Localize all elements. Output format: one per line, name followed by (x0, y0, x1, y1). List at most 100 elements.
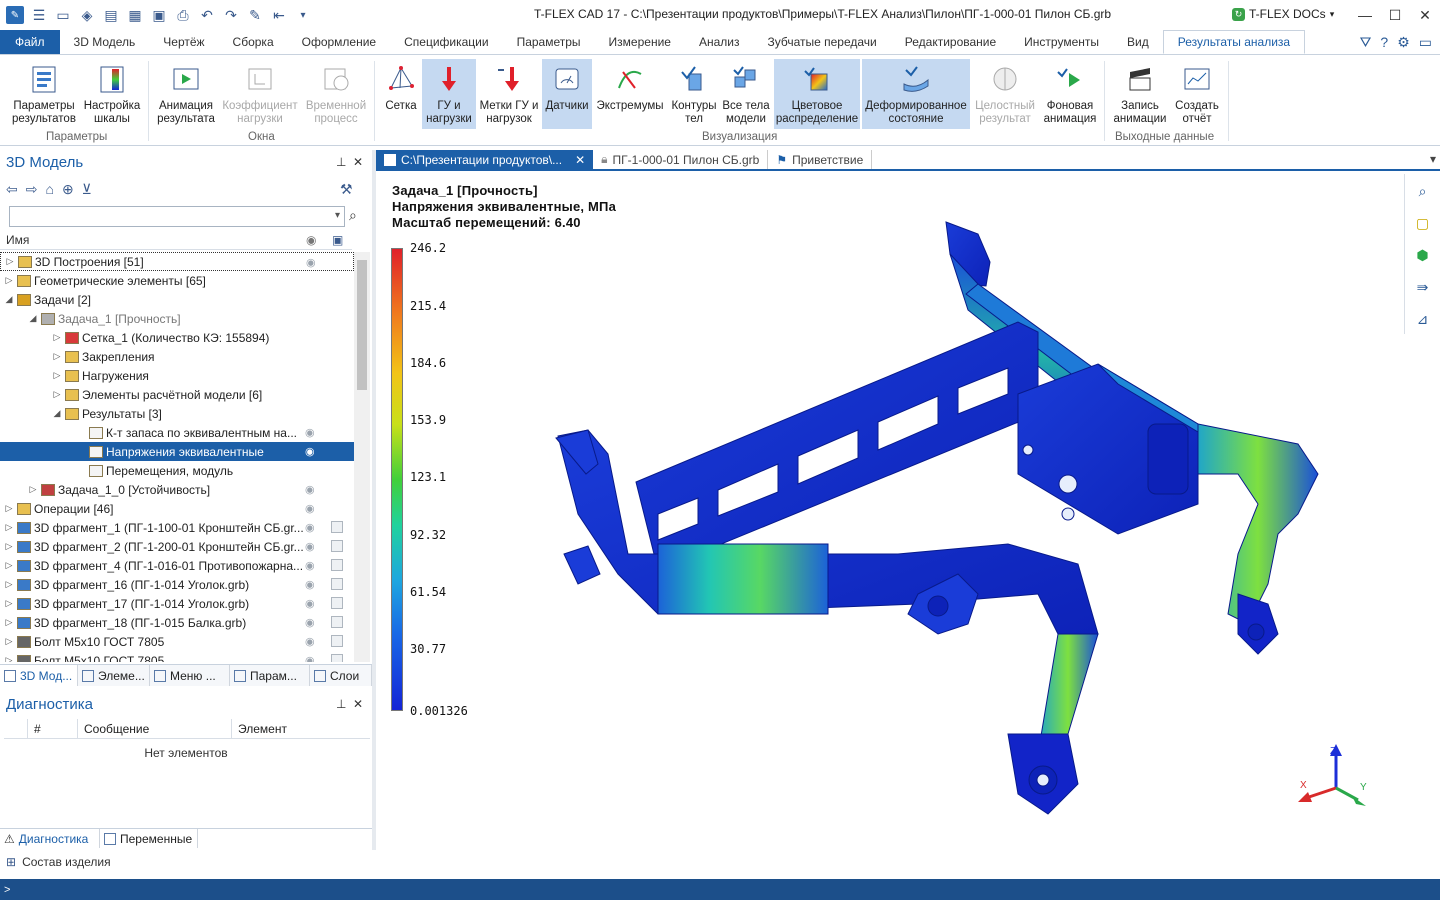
tab-tools[interactable]: Инструменты (1010, 30, 1113, 54)
tree-row[interactable]: ◢ Задачи [2] (0, 290, 354, 309)
tree-row[interactable]: ▷ 3D фрагмент_16 (ПГ-1-014 Уголок.grb) ◉ (0, 575, 354, 594)
expand-toggle-icon[interactable]: ▷ (52, 351, 62, 362)
expand-toggle-icon[interactable]: ▷ (52, 370, 62, 381)
window-icon[interactable]: ▤ (102, 6, 120, 24)
tree-row[interactable]: Перемещения, модуль (0, 461, 354, 480)
tree-row[interactable]: ▷ Задача_1_0 [Устойчивость] ◉ (0, 480, 354, 499)
table-icon[interactable]: ▦ (126, 6, 144, 24)
visibility-eye-icon[interactable]: ◉ (305, 445, 315, 458)
shaded-view-icon[interactable]: ⬢ (1412, 244, 1434, 266)
visibility-column-icon[interactable]: ◉ (306, 233, 316, 247)
tree-row[interactable]: ◢ Результаты [3] (0, 404, 354, 423)
expand-toggle-icon[interactable]: ▷ (4, 617, 14, 628)
visibility-eye-icon[interactable]: ◉ (305, 654, 315, 662)
scale-settings-button[interactable]: Настройка шкалы (80, 59, 144, 129)
tab-view[interactable]: Вид (1113, 30, 1163, 54)
minimize-button[interactable]: — (1350, 0, 1380, 30)
whole-result-button[interactable]: Целостный результат (972, 59, 1038, 129)
column-element[interactable]: Элемент (232, 719, 370, 739)
visibility-eye-icon[interactable]: ◉ (305, 521, 315, 534)
visibility-eye-icon[interactable]: ◉ (305, 578, 315, 591)
expand-toggle-icon[interactable]: ▷ (52, 332, 62, 343)
expand-toggle-icon[interactable]: ▷ (5, 256, 15, 267)
zoom-icon[interactable]: ⌕ (1412, 180, 1434, 202)
expand-toggle-icon[interactable]: ◢ (28, 313, 38, 324)
tab-parameters[interactable]: Параметры (503, 30, 595, 54)
tree-row[interactable]: ▷ Сетка_1 (Количество КЭ: 155894) (0, 328, 354, 347)
forward-arrow-icon[interactable]: ⇨ (26, 181, 38, 198)
layer-cube-icon[interactable] (331, 540, 343, 552)
pylon-model-render[interactable] (538, 214, 1338, 834)
maximize-button[interactable]: ☐ (1380, 0, 1410, 30)
bc-loads-button[interactable]: ГУ и нагрузки (422, 59, 476, 129)
panel-splitter[interactable] (372, 150, 376, 850)
tree-row[interactable]: ▷ Нагружения (0, 366, 354, 385)
tree-search-input[interactable]: ▾ (9, 206, 345, 227)
tab-measure[interactable]: Измерение (595, 30, 685, 54)
tab-diagnostics[interactable]: ⚠ Диагностика (0, 829, 100, 848)
layer-cube-icon[interactable] (331, 521, 343, 533)
app-logo-icon[interactable]: ✎ (6, 6, 24, 24)
all-bodies-button[interactable]: Все тела модели (720, 59, 772, 129)
extremes-button[interactable]: Экстремумы (594, 59, 666, 129)
edit-icon[interactable]: ✎ (246, 6, 264, 24)
tab-formatting[interactable]: Оформление (288, 30, 390, 54)
sensors-button[interactable]: Датчики (542, 59, 592, 129)
target-icon[interactable]: ⊕ (62, 181, 74, 198)
layer-cube-icon[interactable] (331, 559, 343, 571)
expand-toggle-icon[interactable]: ▷ (4, 636, 14, 647)
visibility-eye-icon[interactable]: ◉ (305, 597, 315, 610)
close-icon[interactable]: ✕ (353, 697, 363, 711)
camera-icon[interactable]: ⇛ (1412, 276, 1434, 298)
home-icon[interactable]: ⌂ (45, 181, 53, 197)
chevron-down-icon[interactable]: ▾ (335, 210, 340, 221)
close-icon[interactable]: ✕ (353, 155, 363, 169)
tree-row[interactable]: ▷ Операции [46] ◉ (0, 499, 354, 518)
time-process-button[interactable]: Временной процесс (302, 59, 370, 129)
tab-drawing[interactable]: Чертёж (149, 30, 218, 54)
contours-button[interactable]: Контуры тел (668, 59, 720, 129)
layer-cube-icon[interactable] (331, 578, 343, 590)
tree-row[interactable]: ▷ Закрепления (0, 347, 354, 366)
tab-editing[interactable]: Редактирование (891, 30, 1010, 54)
visibility-eye-icon[interactable]: ◉ (305, 483, 315, 496)
new-file-icon[interactable]: ▭ (54, 6, 72, 24)
visibility-eye-icon[interactable]: ◉ (305, 426, 315, 439)
tab-elements-panel[interactable]: Элеме... (78, 665, 150, 686)
expand-toggle-icon[interactable]: ▷ (4, 598, 14, 609)
tab-file[interactable]: Файл (0, 30, 60, 54)
tab-3d-model[interactable]: 3D Модель (60, 30, 150, 54)
visibility-eye-icon[interactable]: ◉ (305, 540, 315, 553)
section-icon[interactable]: ⊿ (1412, 308, 1434, 330)
wrench-icon[interactable]: ⚒ (340, 181, 353, 198)
close-button[interactable]: ✕ (1410, 0, 1440, 30)
print-icon[interactable]: ⎙ (174, 6, 192, 24)
layer-cube-icon[interactable] (331, 635, 343, 647)
filter-list-icon[interactable]: ⊻ (82, 181, 92, 198)
expand-toggle-icon[interactable]: ◢ (52, 408, 62, 419)
bc-markers-button[interactable]: Метки ГУ и нагрузок (478, 59, 540, 129)
column-number[interactable]: # (28, 718, 78, 739)
layers-column-icon[interactable]: ▣ (332, 233, 343, 247)
tree-scrollbar[interactable] (354, 252, 370, 662)
tab-menu-panel[interactable]: Меню ... (150, 665, 230, 686)
search-icon[interactable]: ⌕ (349, 207, 357, 224)
chevron-down-icon[interactable]: ▾ (1430, 152, 1436, 166)
visibility-eye-icon[interactable]: ◉ (305, 635, 315, 648)
tab-layers-panel[interactable]: Слои (310, 665, 372, 686)
dimension-icon[interactable]: ⇤ (270, 6, 288, 24)
tree-row[interactable]: Напряжения эквивалентные ◉ (0, 442, 354, 461)
background-animation-button[interactable]: Фоновая анимация (1040, 59, 1100, 129)
expand-toggle-icon[interactable]: ◢ (4, 294, 14, 305)
tree-row[interactable]: ▷ Болт М5х10 ГОСТ 7805 ◉ (0, 651, 354, 662)
record-animation-button[interactable]: Запись анимации (1110, 59, 1170, 129)
tab-analysis[interactable]: Анализ (685, 30, 754, 54)
tree-row[interactable]: ▷ 3D фрагмент_2 (ПГ-1-200-01 Кронштейн СБ… (0, 537, 354, 556)
gear-icon[interactable]: ⚙ (1397, 34, 1410, 51)
color-distribution-button[interactable]: Цветовое распределение (774, 59, 860, 129)
layout-icon[interactable]: ▭ (1419, 34, 1432, 51)
qat-dropdown-icon[interactable]: ▾ (294, 6, 312, 24)
visibility-eye-icon[interactable]: ◉ (305, 559, 315, 572)
tree-row[interactable]: К-т запаса по эквивалентным на... ◉ (0, 423, 354, 442)
result-params-button[interactable]: Параметры результатов (8, 59, 80, 129)
